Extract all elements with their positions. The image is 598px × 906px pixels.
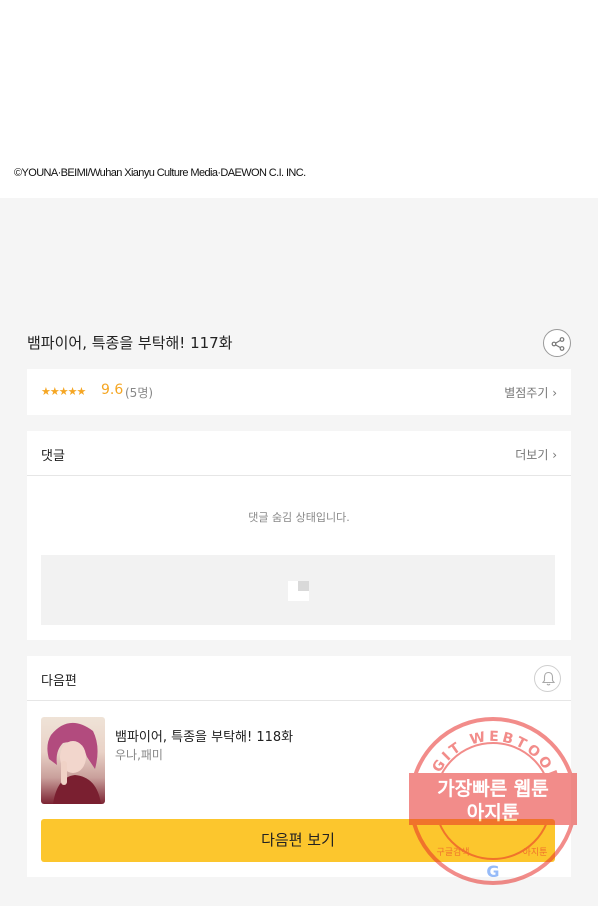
rating-stars: ★★★★★ [41, 385, 86, 398]
watermark-line1: 가장빠른 웹툰 [437, 778, 549, 800]
comments-hidden-message: 댓글 숨김 상태입니다. [248, 511, 350, 524]
watermark-line2: 아지툰 [467, 802, 519, 824]
watermark-right-small: 아지툰 [523, 847, 548, 858]
share-icon [551, 337, 565, 351]
next-episode-thumbnail[interactable] [41, 717, 105, 804]
notification-button[interactable] [534, 665, 561, 692]
next-episode-header: 다음편 [27, 656, 571, 701]
next-episode-title[interactable]: 뱀파이어, 특종을 부탁해! 118화 [115, 726, 293, 745]
watermark-left-small: 구글검색 [436, 846, 469, 858]
rating-card: ★★★★★ 9.6 (5명) 별점주기 › [27, 369, 571, 415]
copyright-text: ©YOUNA·BEIMI/Wuhan Xianyu Culture Media·… [14, 167, 306, 179]
comments-title: 댓글 [41, 449, 65, 464]
next-episode-author: 우나,패미 [115, 748, 163, 762]
thumbnail-illustration [47, 722, 101, 804]
episode-title: 뱀파이어, 특종을 부탁해! 117화 [27, 334, 233, 352]
comments-more-link[interactable]: 더보기 › [515, 446, 557, 463]
rate-button[interactable]: 별점주기 › [504, 384, 557, 401]
next-episode-heading: 다음편 [41, 674, 77, 689]
ad-banner[interactable] [41, 555, 555, 625]
webtoon-image-area: ©YOUNA·BEIMI/Wuhan Xianyu Culture Media·… [0, 0, 598, 198]
bell-icon [541, 671, 556, 686]
watermark-stamp: AGIT WEBTOON 가장빠른 웹툰 아지툰 구글검색 아지툰 G [409, 717, 577, 885]
comments-card: 댓글 더보기 › 댓글 숨김 상태입니다. [27, 431, 571, 640]
rating-score: 9.6 [101, 382, 124, 398]
google-icon: G [486, 862, 499, 881]
episode-header: 뱀파이어, 특종을 부탁해! 117화 [27, 326, 571, 360]
ad-logo-icon [288, 581, 309, 601]
rating-count: (5명) [125, 386, 154, 400]
share-button[interactable] [543, 329, 571, 357]
comments-header: 댓글 더보기 › [27, 431, 571, 476]
